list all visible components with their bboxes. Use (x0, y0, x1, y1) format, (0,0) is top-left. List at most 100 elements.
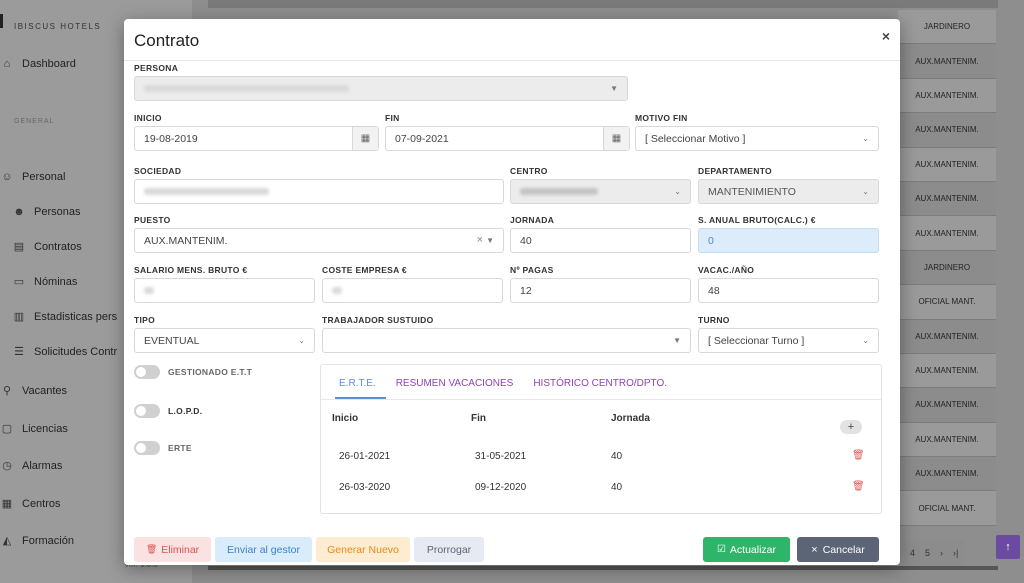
sidebar-item-nominas[interactable]: ▭ Nóminas (12, 276, 78, 288)
motivo-fin-value: [ Seleccionar Motivo ] (645, 132, 746, 145)
brand-logo (0, 14, 3, 28)
centro-select[interactable]: ⌄ (510, 179, 691, 204)
column-header-fin: Fin (471, 413, 486, 424)
prorrogar-button[interactable]: Prorrogar (414, 537, 484, 562)
trash-icon[interactable]: 🗑 (852, 450, 865, 461)
chevron-down-icon: ⌄ (674, 187, 681, 196)
table-header (208, 0, 998, 8)
sociedad-select[interactable] (134, 179, 504, 204)
turno-label: TURNO (698, 315, 730, 325)
jornada-input[interactable]: 40 (510, 228, 691, 253)
tab-resumen-vacaciones[interactable]: RESUMEN VACACIONES (392, 365, 524, 399)
sidebar-item-personal[interactable]: ☺ Personal (0, 171, 65, 183)
eliminar-button[interactable]: 🗑 Eliminar (134, 537, 211, 562)
home-icon: ⌂ (3, 58, 11, 70)
puesto-select[interactable]: AUX.MANTENIM. × ▼ (134, 228, 504, 253)
s-anual-value: 0 (708, 234, 714, 247)
departamento-select[interactable]: MANTENIMIENTO ⌄ (698, 179, 879, 204)
persona-select[interactable]: ▼ (134, 76, 628, 101)
lopd-toggle[interactable] (134, 404, 160, 418)
coste-empresa-input[interactable] (322, 278, 503, 303)
generar-nuevo-button[interactable]: Generar Nuevo (316, 537, 410, 562)
table-cell: AUX.MANTENIM. (898, 181, 996, 217)
sidebar-item-personas[interactable]: ☻ Personas (12, 206, 80, 218)
page-4[interactable]: 4 (910, 548, 915, 558)
clear-icon[interactable]: × (477, 234, 483, 246)
salario-mens-input[interactable] (134, 278, 315, 303)
table-cell: JARDINERO (898, 250, 996, 286)
sidebar-item-contratos[interactable]: ▤ Contratos (12, 241, 82, 253)
contract-modal: Contrato × PERSONA ▼ INICIO 19-08-2019 ▦… (124, 19, 900, 565)
cancelar-label: Cancelar (822, 543, 865, 556)
table-cell: AUX.MANTENIM. (898, 353, 996, 389)
gestionado-ett-toggle[interactable] (134, 365, 160, 379)
trabajador-sustituido-label: TRABAJADOR SUSTUIDO (322, 315, 434, 325)
vacac-label: VACAC./AÑO (698, 265, 755, 275)
table-cell: AUX.MANTENIM. (898, 457, 996, 492)
sidebar-item-licencias[interactable]: ▢ Licencias (0, 423, 68, 435)
chevron-down-icon: ⌄ (862, 134, 869, 143)
persona-label: PERSONA (134, 63, 179, 73)
turno-select[interactable]: [ Seleccionar Turno ] ⌄ (698, 328, 879, 353)
close-icon: × (811, 543, 818, 556)
arrow-up-icon: ↑ (1005, 541, 1011, 553)
sidebar-item-vacantes[interactable]: ⚲ Vacantes (0, 385, 67, 397)
sidebar-item-label: Dashboard (22, 58, 76, 70)
tab-historico-centro[interactable]: HISTÓRICO CENTRO/DPTO. (529, 365, 677, 399)
fin-date-input[interactable]: 07-09-2021 ▦ (385, 126, 630, 151)
calendar-icon[interactable]: ▦ (603, 127, 629, 150)
table-cell: AUX.MANTENIM. (898, 216, 996, 251)
add-erte-button[interactable]: + (840, 420, 862, 434)
tab-erte[interactable]: E.R.T.E. (335, 365, 386, 399)
n-pagas-input[interactable]: 12 (510, 278, 691, 303)
departamento-label: DEPARTAMENTO (698, 166, 772, 176)
redacted-value (520, 188, 598, 195)
enviar-gestor-button[interactable]: Enviar al gestor (215, 537, 312, 562)
inicio-date-input[interactable]: 19-08-2019 ▦ (134, 126, 379, 151)
search-icon: ⚲ (2, 385, 12, 397)
sidebar-item-label: Licencias (22, 423, 68, 435)
sidebar-item-dashboard[interactable]: ⌂ Dashboard (0, 58, 76, 70)
chevron-down-icon: ▼ (610, 84, 618, 93)
erte-toggle[interactable] (134, 441, 160, 455)
sidebar-item-formacion[interactable]: ◭ Formación (0, 535, 74, 547)
sidebar-item-alarmas[interactable]: ◷ Alarmas (0, 460, 62, 472)
list-icon: ☰ (14, 346, 24, 358)
sidebar-item-label: Solicitudes Contr (34, 346, 118, 358)
trash-icon[interactable]: 🗑 (852, 481, 865, 492)
table-cell: JARDINERO (898, 10, 996, 45)
sidebar-item-solicitudes[interactable]: ☰ Solicitudes Contr (12, 346, 117, 358)
s-anual-input[interactable]: 0 (698, 228, 879, 253)
calendar-icon[interactable]: ▦ (352, 127, 378, 150)
tipo-value: EVENTUAL (144, 334, 200, 347)
sidebar-item-centros[interactable]: ▦ Centros (0, 498, 61, 510)
motivo-fin-label: MOTIVO FIN (635, 113, 688, 123)
departamento-value: MANTENIMIENTO (708, 185, 796, 198)
sidebar-item-estadisticas[interactable]: ▥ Estadisticas pers (12, 311, 117, 323)
table-cell-jornada: 40 (611, 482, 623, 493)
close-icon[interactable]: × (882, 28, 890, 44)
actualizar-button[interactable]: ☑ Actualizar (703, 537, 790, 562)
tipo-label: TIPO (134, 315, 156, 325)
last-page-icon[interactable]: ›| (953, 548, 958, 558)
table-cell: AUX.MANTENIM. (898, 147, 996, 182)
cancelar-button[interactable]: × Cancelar (797, 537, 879, 562)
sidebar-item-label: Formación (22, 535, 74, 547)
chevron-down-icon: ⌄ (298, 336, 305, 345)
trabajador-sustituido-select[interactable]: ▼ (322, 328, 691, 353)
license-icon: ▢ (1, 423, 13, 435)
building-icon: ▦ (1, 498, 13, 510)
vacac-input[interactable]: 48 (698, 278, 879, 303)
redacted-value (144, 287, 154, 294)
next-page-icon[interactable]: › (940, 548, 943, 558)
table-cell: AUX.MANTENIM. (898, 422, 996, 458)
erte-label: ERTE (168, 443, 192, 453)
puesto-label: PUESTO (134, 215, 171, 225)
motivo-fin-select[interactable]: [ Seleccionar Motivo ] ⌄ (635, 126, 879, 151)
column-header-inicio: Inicio (332, 413, 359, 424)
page-5[interactable]: 5 (925, 548, 930, 558)
tipo-select[interactable]: EVENTUAL ⌄ (134, 328, 315, 353)
coste-empresa-label: COSTE EMPRESA € (322, 265, 407, 275)
scroll-top-button[interactable]: ↑ (996, 535, 1020, 559)
table-cell: AUX.MANTENIM. (898, 319, 996, 354)
